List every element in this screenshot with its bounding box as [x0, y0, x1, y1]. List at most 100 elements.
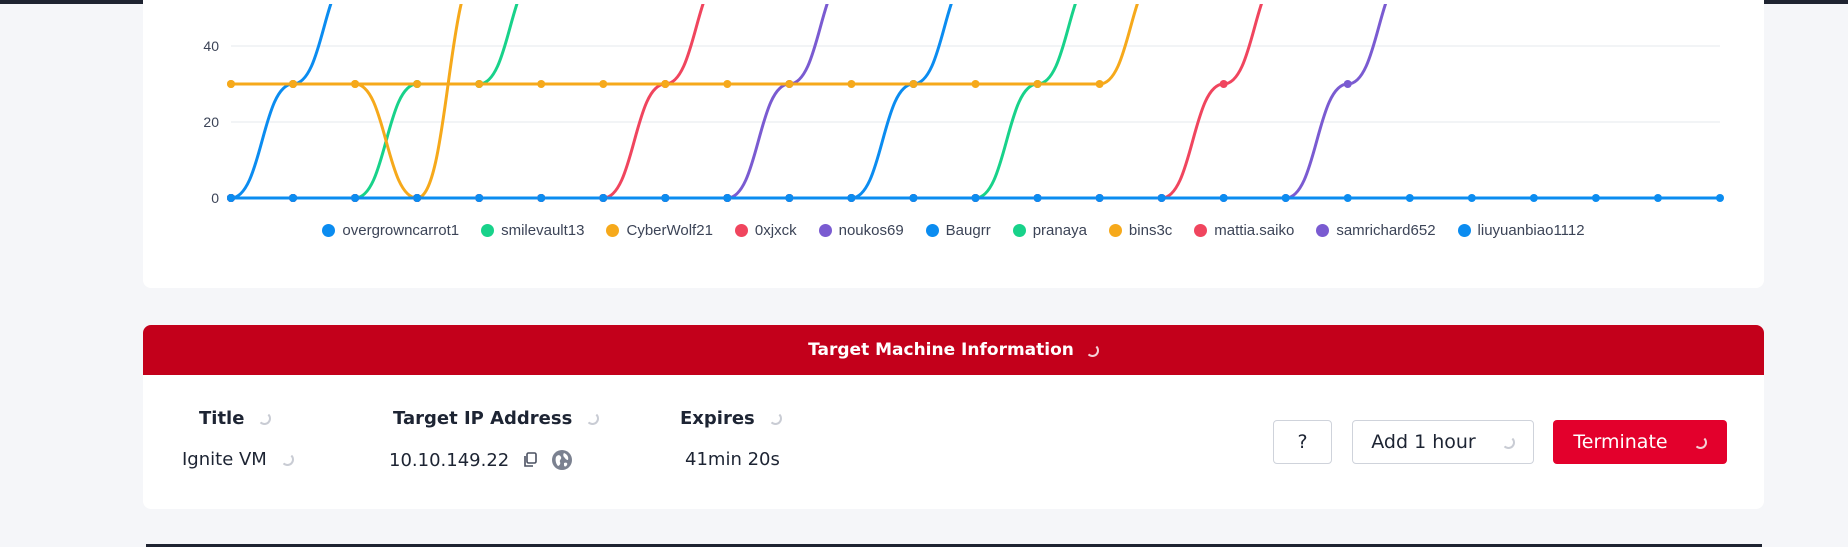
data-point-liuyuanbiao1112[interactable]	[1529, 194, 1538, 202]
legend-label: noukos69	[838, 221, 904, 239]
data-point-mattia.saiko[interactable]	[1219, 80, 1228, 88]
legend-marker-icon	[606, 223, 620, 237]
legend-item[interactable]: smilevault13	[481, 222, 584, 239]
help-button-label: ?	[1297, 431, 1308, 453]
data-point-bins3c[interactable]	[413, 80, 422, 88]
loading-spinner-icon	[258, 412, 272, 425]
data-point-bins3c[interactable]	[723, 80, 732, 88]
y-tick-label: 0	[211, 190, 219, 206]
loading-spinner-icon	[1085, 343, 1099, 357]
legend-marker-icon	[818, 223, 832, 237]
data-point-liuyuanbiao1112[interactable]	[785, 194, 794, 202]
data-point-bins3c[interactable]	[351, 80, 360, 88]
help-button[interactable]: ?	[1273, 420, 1332, 464]
data-point-bins3c[interactable]	[227, 80, 235, 88]
y-tick-label: 20	[203, 114, 219, 130]
legend-item[interactable]: liuyuanbiao1112	[1457, 222, 1585, 239]
data-point-bins3c[interactable]	[599, 80, 608, 88]
data-point-liuyuanbiao1112[interactable]	[661, 194, 670, 202]
data-point-liuyuanbiao1112[interactable]	[723, 194, 732, 202]
legend-item[interactable]: mattia.saiko	[1194, 222, 1294, 239]
legend-marker-icon	[1108, 223, 1122, 237]
data-point-bins3c[interactable]	[661, 80, 670, 88]
title-value: Ignite VM	[182, 449, 267, 470]
series-line-CyberWolf21	[231, 4, 463, 200]
legend-label: mattia.saiko	[1214, 221, 1295, 239]
data-point-liuyuanbiao1112[interactable]	[289, 194, 298, 202]
legend-label: smilevault13	[501, 221, 585, 239]
legend-item[interactable]: bins3c	[1108, 222, 1172, 239]
y-tick-label: 40	[203, 38, 219, 54]
title-label: Title	[199, 408, 245, 429]
data-point-liuyuanbiao1112[interactable]	[1405, 194, 1414, 202]
data-point-bins3c[interactable]	[1095, 80, 1104, 88]
series-line-smilevault13	[230, 4, 519, 200]
data-point-liuyuanbiao1112[interactable]	[1591, 194, 1600, 202]
target-machine-card: Target Machine Information Title Ignite …	[143, 325, 1764, 509]
copy-icon[interactable]	[523, 452, 538, 468]
data-point-liuyuanbiao1112[interactable]	[971, 194, 980, 202]
legend-item[interactable]: pranaya	[1012, 221, 1087, 239]
data-point-bins3c[interactable]	[537, 80, 546, 88]
data-point-liuyuanbiao1112[interactable]	[1281, 194, 1290, 202]
data-point-liuyuanbiao1112[interactable]	[227, 194, 235, 202]
loading-spinner-icon	[1693, 435, 1707, 449]
title-value-group: Ignite VM	[182, 449, 294, 470]
data-point-bins3c[interactable]	[785, 80, 794, 88]
expires-label: Expires	[680, 408, 755, 429]
data-point-liuyuanbiao1112[interactable]	[1033, 194, 1042, 202]
data-point-liuyuanbiao1112[interactable]	[847, 194, 856, 202]
ip-value: 10.10.149.22	[389, 449, 510, 471]
legend-item[interactable]: overgrowncarrot1	[322, 222, 459, 239]
series-line-samrichard652	[230, 4, 1387, 200]
chart-legend: overgrowncarrot1 smilevault13 CyberWolf21 0…	[143, 218, 1764, 242]
legend-marker-icon	[1194, 223, 1208, 237]
legend-marker-icon	[734, 223, 748, 237]
data-point-bins3c[interactable]	[909, 80, 918, 88]
legend-marker-icon	[481, 223, 495, 237]
globe-icon[interactable]	[551, 449, 573, 471]
data-point-liuyuanbiao1112[interactable]	[1219, 194, 1228, 202]
legend-item[interactable]: noukos69	[818, 221, 904, 239]
legend-label: overgrowncarrot1	[342, 221, 460, 239]
data-point-bins3c[interactable]	[1033, 80, 1042, 88]
legend-item[interactable]: samrichard652	[1316, 222, 1436, 239]
data-point-liuyuanbiao1112[interactable]	[599, 194, 608, 202]
data-point-liuyuanbiao1112[interactable]	[351, 194, 360, 202]
data-point-samrichard652[interactable]	[1343, 80, 1352, 88]
loading-spinner-icon	[768, 412, 782, 425]
add-hour-button[interactable]: Add 1 hour	[1352, 420, 1534, 464]
data-point-bins3c[interactable]	[289, 80, 298, 88]
legend-label: Baugrr	[945, 221, 991, 239]
data-point-liuyuanbiao1112[interactable]	[1343, 194, 1352, 202]
data-point-bins3c[interactable]	[475, 80, 484, 88]
terminate-button[interactable]: Terminate	[1553, 420, 1727, 464]
legend-label: pranaya	[1032, 221, 1087, 239]
data-point-liuyuanbiao1112[interactable]	[909, 194, 918, 202]
expires-value-group: 41min 20s	[685, 449, 780, 470]
data-point-liuyuanbiao1112[interactable]	[1467, 194, 1476, 202]
expires-label-group: Expires	[680, 408, 782, 429]
data-point-bins3c[interactable]	[847, 80, 856, 88]
data-point-liuyuanbiao1112[interactable]	[475, 194, 484, 202]
loading-spinner-icon	[280, 453, 294, 466]
series-line-pranaya	[230, 4, 1077, 200]
legend-marker-icon	[1316, 223, 1330, 237]
loading-spinner-icon	[1501, 435, 1515, 449]
data-point-liuyuanbiao1112[interactable]	[1157, 194, 1166, 202]
data-point-liuyuanbiao1112[interactable]	[1095, 194, 1104, 202]
data-point-liuyuanbiao1112[interactable]	[1653, 194, 1662, 202]
series-line-Baugrr	[230, 4, 953, 200]
legend-item[interactable]: CyberWolf21	[606, 222, 713, 239]
data-point-bins3c[interactable]	[971, 80, 980, 88]
add-hour-button-label: Add 1 hour	[1371, 431, 1476, 453]
data-point-liuyuanbiao1112[interactable]	[1716, 194, 1724, 202]
data-point-liuyuanbiao1112[interactable]	[413, 194, 422, 202]
series-line-noukos69	[230, 4, 829, 200]
legend-marker-icon	[1457, 223, 1471, 237]
data-point-liuyuanbiao1112[interactable]	[537, 194, 546, 202]
ip-value-group: 10.10.149.22	[389, 449, 573, 471]
legend-item[interactable]: 0xjxck	[734, 222, 797, 239]
expires-value: 41min 20s	[685, 449, 780, 470]
legend-item[interactable]: Baugrr	[925, 221, 991, 239]
